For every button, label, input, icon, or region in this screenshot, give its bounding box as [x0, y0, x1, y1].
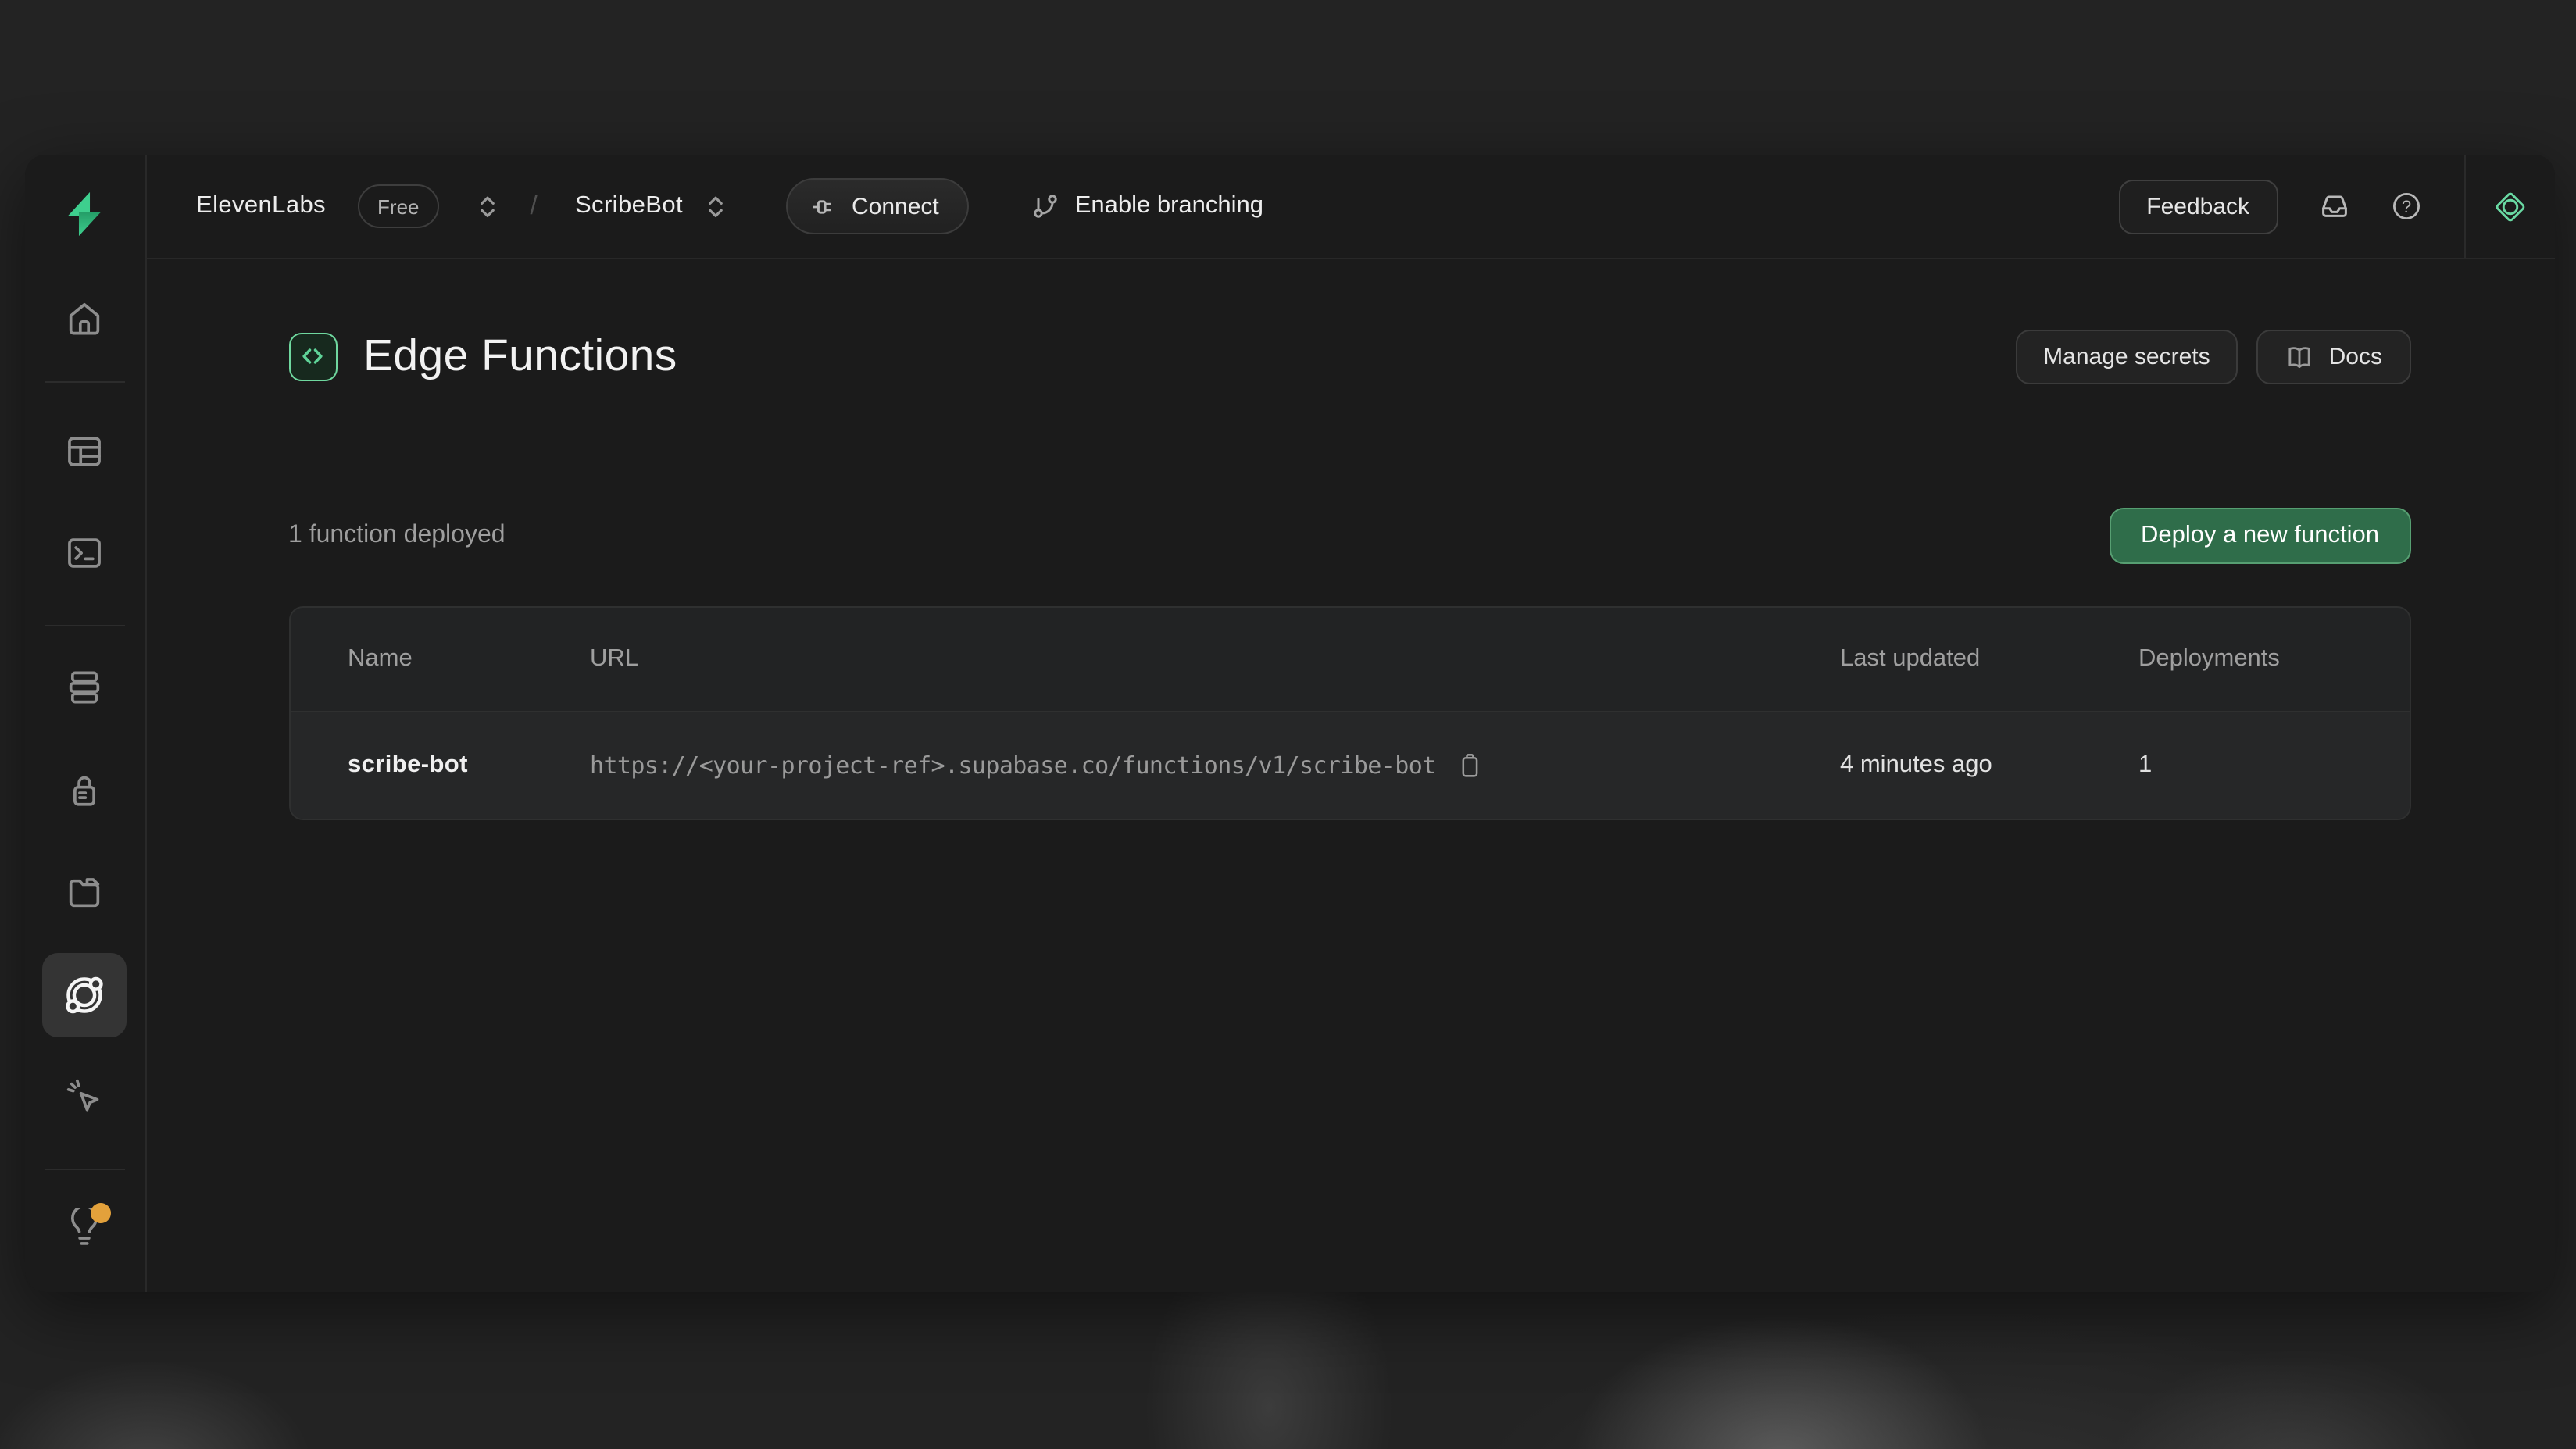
table-header-row: Name URL Last updated Deployments [290, 608, 2409, 711]
column-header-url: URL [590, 645, 1840, 673]
org-name[interactable]: ElevenLabs [196, 192, 326, 220]
sidebar-item-table-editor[interactable] [65, 431, 105, 472]
page-title: Edge Functions [363, 330, 677, 382]
docs-label: Docs [2329, 343, 2382, 369]
org-switcher[interactable] [477, 191, 499, 221]
plug-icon [811, 193, 838, 219]
function-deployments: 1 [2138, 751, 2409, 780]
table-editor-icon [65, 431, 105, 472]
function-url: https://<your-project-ref>.supabase.co/f… [590, 751, 1436, 780]
inbox-icon[interactable] [2318, 191, 2349, 222]
plan-badge: Free [357, 184, 439, 228]
storage-folder-icon [65, 872, 105, 912]
desktop-wallpaper [0, 1281, 2576, 1449]
function-last-updated: 4 minutes ago [1840, 751, 2138, 780]
home-icon [65, 298, 105, 339]
sidebar-item-realtime[interactable] [65, 1076, 105, 1117]
sidebar-item-advisors[interactable] [65, 1208, 105, 1248]
sidebar-divider [45, 625, 124, 626]
sql-editor-icon [65, 533, 105, 573]
connect-button[interactable]: Connect [786, 178, 969, 234]
main-content: Edge Functions Manage secrets Docs [145, 259, 2554, 1292]
sidebar-item-authentication[interactable] [65, 770, 105, 811]
book-icon [2285, 341, 2315, 371]
supabase-bolt-icon [60, 189, 110, 239]
sidebar-item-database[interactable] [65, 667, 105, 708]
git-branch-icon [1031, 192, 1059, 220]
sidebar-item-sql-editor[interactable] [65, 533, 105, 573]
chevrons-up-down-icon [705, 191, 727, 221]
breadcrumb: ElevenLabs Free / ScribeBot [196, 178, 1263, 234]
assistant-panel-toggle[interactable] [2463, 155, 2554, 258]
manage-secrets-label: Manage secrets [2043, 343, 2210, 369]
function-name: scribe-bot [348, 751, 590, 780]
functions-table: Name URL Last updated Deployments scribe… [288, 606, 2410, 820]
deploy-new-function-button[interactable]: Deploy a new function [2110, 508, 2410, 564]
help-icon[interactable]: ? [2390, 191, 2421, 222]
top-bar-actions: Feedback ? [2118, 179, 2463, 234]
breadcrumb-separator: / [531, 191, 538, 222]
page-header: Edge Functions Manage secrets Docs [288, 328, 2410, 384]
project-switcher[interactable] [705, 191, 727, 221]
edge-functions-badge-icon [288, 332, 337, 380]
functions-toolbar: 1 function deployed Deploy a new functio… [288, 508, 2410, 564]
column-header-name: Name [348, 645, 590, 673]
sidebar-item-edge-functions-active[interactable] [43, 953, 127, 1037]
sidebar-divider [45, 381, 124, 383]
column-header-deployments: Deployments [2138, 645, 2409, 673]
database-icon [65, 667, 105, 708]
sidebar-item-home[interactable] [65, 298, 105, 339]
sidebar-divider [45, 1169, 124, 1170]
supabase-logo-icon[interactable] [60, 189, 110, 239]
connect-label: Connect [852, 193, 939, 219]
app-window: ElevenLabs Free / ScribeBot [25, 155, 2554, 1292]
screen: ElevenLabs Free / ScribeBot [0, 0, 2576, 1449]
cursor-click-icon [65, 1076, 105, 1117]
table-row[interactable]: scribe-bot https://<your-project-ref>.su… [290, 711, 2409, 819]
docs-button[interactable]: Docs [2257, 329, 2410, 384]
column-header-last-updated: Last updated [1840, 645, 2138, 673]
notification-dot [91, 1203, 112, 1223]
enable-branching-label: Enable branching [1075, 192, 1263, 220]
assistant-diamond-icon [2490, 187, 2529, 226]
sidebar [25, 155, 146, 1292]
deployed-count: 1 function deployed [288, 522, 506, 550]
enable-branching-button[interactable]: Enable branching [1031, 192, 1263, 220]
manage-secrets-button[interactable]: Manage secrets [2015, 329, 2238, 384]
copy-url-icon[interactable] [1455, 751, 1483, 780]
sidebar-item-storage[interactable] [65, 872, 105, 912]
edge-functions-orbit-icon [63, 973, 107, 1017]
chevrons-up-down-icon [477, 191, 499, 221]
top-bar: ElevenLabs Free / ScribeBot [145, 155, 2554, 259]
svg-text:?: ? [2401, 197, 2410, 216]
project-name[interactable]: ScribeBot [575, 192, 683, 220]
feedback-button[interactable]: Feedback [2118, 179, 2278, 234]
auth-lock-icon [65, 770, 105, 811]
